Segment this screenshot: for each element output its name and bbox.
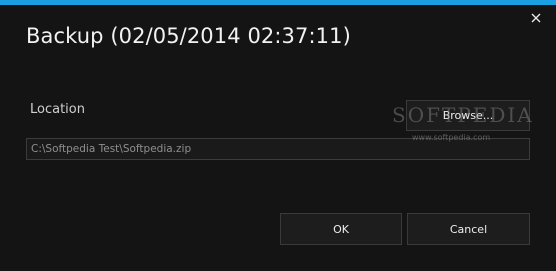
browse-button[interactable]: Browse... (406, 100, 530, 131)
cancel-button-label: Cancel (449, 222, 488, 236)
backup-dialog: Backup (02/05/2014 02:37:11) Location Br… (0, 0, 556, 271)
ok-button-label: OK (333, 222, 349, 236)
ok-button[interactable]: OK (280, 213, 402, 245)
location-path-input[interactable] (26, 138, 530, 160)
close-button[interactable] (526, 8, 546, 28)
browse-button-label: Browse... (442, 109, 494, 122)
location-label: Location (30, 102, 85, 117)
cancel-button[interactable]: Cancel (407, 213, 530, 245)
accent-bar (0, 0, 556, 5)
close-icon (531, 13, 541, 23)
dialog-title: Backup (02/05/2014 02:37:11) (26, 24, 351, 48)
